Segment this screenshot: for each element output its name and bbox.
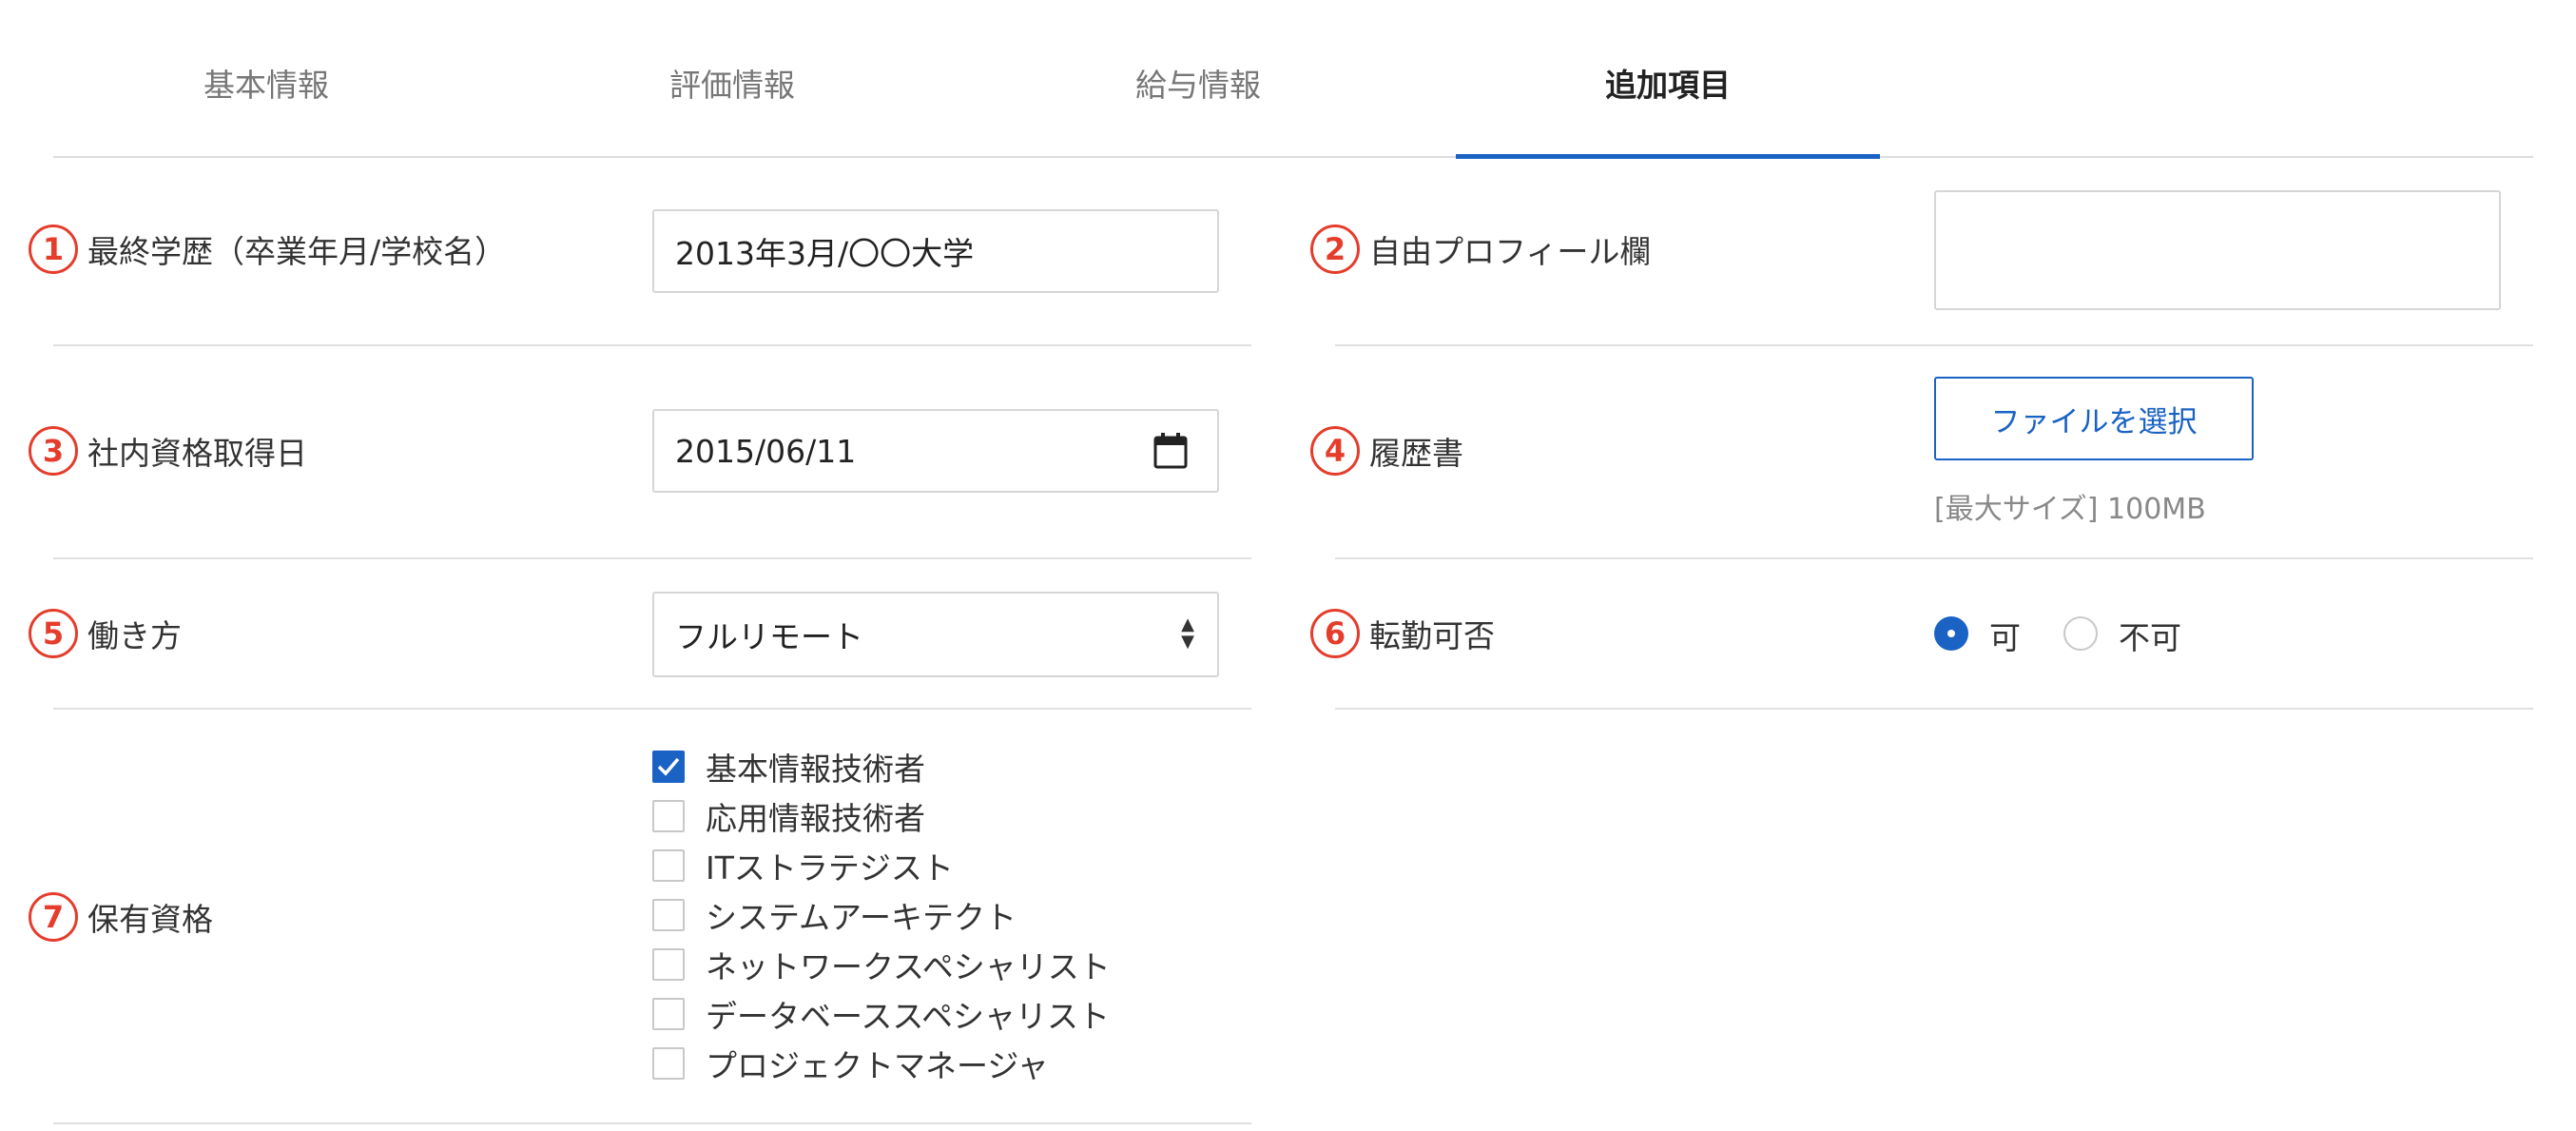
work-style-value: フルリモート [675,618,863,655]
field-education: 1 最終学歴（卒業年月/学校名） [29,221,506,278]
checkbox[interactable] [652,1047,685,1080]
tab-basic-info[interactable]: 基本情報 [57,57,475,114]
checkbox[interactable] [652,899,685,931]
radio-transfer-no-label: 不可 [2119,619,2181,656]
field-profile: 2 自由プロフィール欄 [1310,221,1651,278]
education-label: 最終学歴（卒業年月/学校名） [87,233,507,270]
qualification-option[interactable]: 基本情報技術者 [652,742,925,791]
row-divider [1335,344,2533,346]
qualification-label: システムアーキテクト [706,899,1017,936]
cert-date-label: 社内資格取得日 [87,435,307,472]
row-divider [53,344,1251,346]
field-work-style: 5 働き方 [29,605,182,662]
checkbox-checked[interactable] [652,751,685,783]
profile-label: 自由プロフィール欄 [1369,233,1652,270]
qualification-label: 基本情報技術者 [706,751,925,788]
calendar-icon[interactable] [1152,432,1189,478]
tab-salary-info[interactable]: 給与情報 [989,57,1407,114]
select-arrows-icon: ▲ ▼ [1181,614,1194,652]
radio-transfer-yes-label: 可 [1989,619,2021,656]
qualification-label: ITストラテジスト [706,849,954,887]
max-size-hint: [最大サイズ] 100MB [1934,493,2206,526]
checkbox[interactable] [652,800,685,832]
field-resume: 4 履歴書 [1310,422,1463,479]
choose-file-button[interactable]: ファイルを選択 [1934,377,2254,460]
qualification-option[interactable]: 応用情報技術者 [652,791,925,841]
checkbox[interactable] [652,849,685,882]
work-style-label: 働き方 [87,617,182,654]
cert-date-value: 2015/06/11 [675,432,857,470]
checkbox[interactable] [652,998,685,1030]
qualification-label: 応用情報技術者 [706,800,925,837]
transfer-label: 転勤可否 [1369,617,1495,654]
row-divider [53,557,1251,559]
field-transfer: 6 転勤可否 [1310,605,1495,662]
radio-transfer-no[interactable] [2063,616,2098,651]
row-divider [1335,557,2533,559]
tab-additional-items[interactable]: 追加項目 [1459,57,1877,114]
field-qualifications: 7 保有資格 [29,888,213,946]
field-number-badge: 2 [1310,224,1360,274]
qualification-label: ネットワークスペシャリスト [706,948,1111,985]
qualification-label: データベーススペシャリスト [706,998,1111,1035]
qualification-option[interactable]: ITストラテジスト [652,841,954,890]
cert-date-input[interactable]: 2015/06/11 [652,409,1219,493]
qualification-label: プロジェクトマネージャ [706,1047,1049,1084]
qualification-option[interactable]: プロジェクトマネージャ [652,1039,1049,1088]
radio-transfer-yes[interactable] [1934,616,1968,651]
active-tab-indicator [1456,154,1880,159]
row-divider [53,1122,1251,1124]
field-number-badge: 5 [29,609,78,658]
checkbox[interactable] [652,948,685,981]
qualification-option[interactable]: ネットワークスペシャリスト [652,940,1111,989]
row-divider [1335,708,2533,710]
row-divider [53,708,1251,710]
resume-label: 履歴書 [1369,435,1463,472]
qualification-option[interactable]: システムアーキテクト [652,890,1017,940]
work-style-select[interactable]: フルリモート ▲ ▼ [652,592,1219,677]
education-input[interactable]: 2013年3月/〇〇大学 [652,209,1219,293]
field-number-badge: 7 [29,892,78,942]
field-number-badge: 1 [29,224,78,274]
field-number-badge: 6 [1310,609,1360,658]
field-cert-date: 3 社内資格取得日 [29,422,307,479]
qualification-option[interactable]: データベーススペシャリスト [652,989,1110,1039]
profile-textarea[interactable] [1934,190,2501,310]
qualifications-label: 保有資格 [87,901,213,938]
field-number-badge: 4 [1310,426,1360,476]
tab-bar-divider [53,156,2533,158]
tab-evaluation-info[interactable]: 評価情報 [523,57,941,114]
field-number-badge: 3 [29,426,78,476]
